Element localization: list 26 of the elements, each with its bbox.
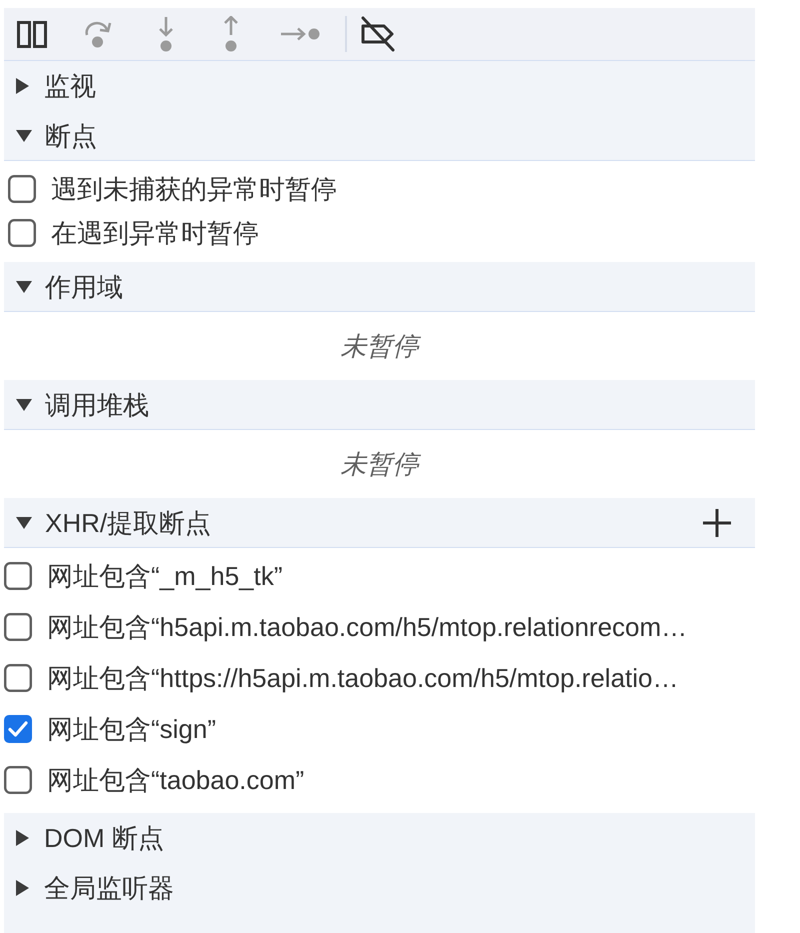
checkbox[interactable] [4,714,32,742]
pause-icon[interactable] [17,20,47,48]
empty-state-text: 未暂停 [340,330,418,362]
add-icon[interactable] [703,508,731,536]
checkbox[interactable] [4,664,32,692]
caret-right-icon[interactable] [16,880,29,896]
checkbox-label[interactable]: 网址包含“_m_h5_tk” [47,560,282,592]
checkbox-label[interactable]: 网址包含“h5api.m.taobao.com/h5/mtop.relationrecom… [47,610,688,642]
checkbox-label[interactable]: 在遇到异常时暂停 [51,217,259,249]
caret-down-icon[interactable] [16,516,32,528]
breakpoint-off-icon[interactable] [359,16,397,52]
checkbox[interactable] [4,612,32,640]
checkbox[interactable] [4,562,32,590]
caret-down-icon[interactable] [16,280,32,292]
caret-down-icon[interactable] [16,398,32,410]
checkbox-label[interactable]: 网址包含“taobao.com” [47,764,304,796]
checkbox-label[interactable]: 遇到未捕获的异常时暂停 [51,173,337,205]
checkbox[interactable] [8,219,36,247]
checkbox-label[interactable]: 网址包含“https://h5api.m.taobao.com/h5/mtop.relatio… [47,662,678,694]
caret-right-icon[interactable] [16,78,29,94]
checkbox[interactable] [4,766,32,794]
caret-right-icon[interactable] [16,830,29,846]
caret-down-icon[interactable] [16,130,32,142]
checkbox-label[interactable]: 网址包含“sign” [47,712,216,744]
empty-state-text: 未暂停 [340,448,418,480]
checkbox[interactable] [8,175,36,203]
